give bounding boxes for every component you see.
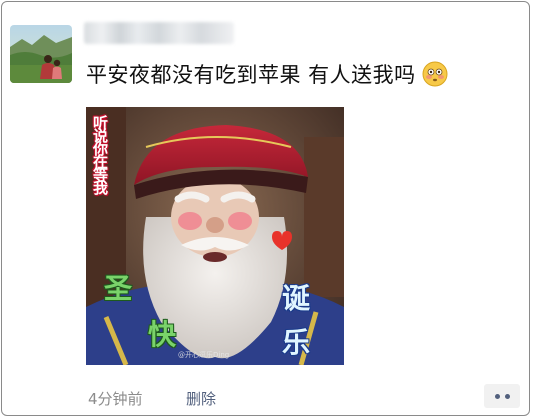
meme-overlay-char-sheng: 圣: [104, 272, 133, 305]
meme-overlay-text-left: 听说你在等我: [91, 115, 109, 193]
more-dots-icon: [504, 393, 510, 399]
author-name-blurred[interactable]: [84, 22, 234, 44]
flushed-face-emoji-icon: [422, 61, 448, 87]
meme-overlay-char-kuai: 快: [148, 318, 177, 351]
meme-overlay-char-le: 乐: [282, 326, 311, 359]
post-caption: 平安夜都没有吃到苹果 有人送我吗: [86, 59, 448, 89]
post-image[interactable]: 听说你在等我 圣 快 诞 乐 @开心逗乐Ding: [86, 107, 344, 365]
image-watermark: @开心逗乐Ding: [178, 351, 230, 359]
avatar[interactable]: [10, 25, 72, 83]
meme-overlay-char-dan: 诞: [282, 282, 311, 315]
delete-link[interactable]: 删除: [186, 388, 216, 409]
avatar-photo-icon: [10, 25, 72, 83]
caption-text: 平安夜都没有吃到苹果 有人送我吗: [86, 63, 416, 87]
more-dots-icon: [494, 393, 500, 399]
more-options-button[interactable]: [484, 384, 520, 408]
post-timestamp: 4分钟前: [88, 390, 143, 408]
